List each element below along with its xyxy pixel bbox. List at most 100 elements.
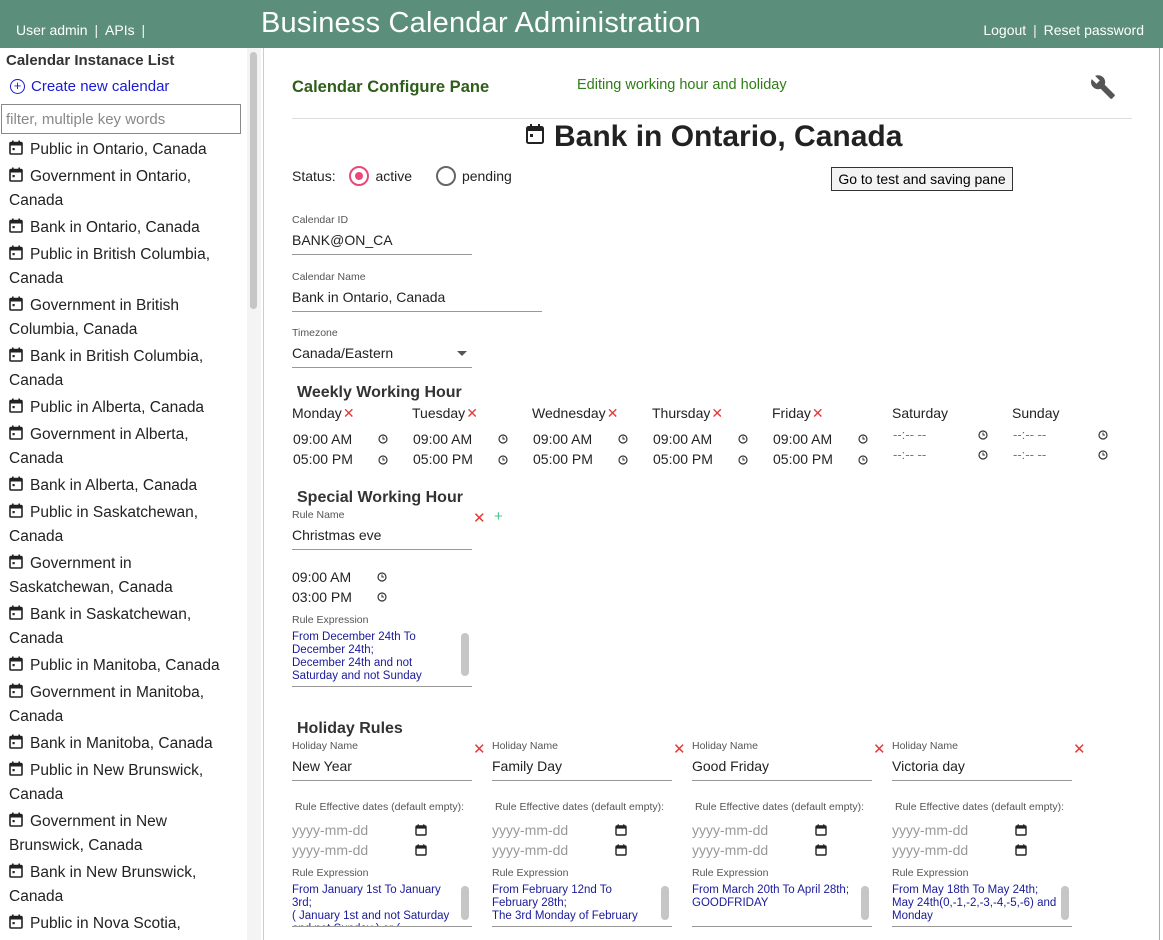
calendar-name-field[interactable]: Calendar Name Bank in Ontario, Canada [292, 271, 542, 312]
rule-name-value[interactable]: Christmas eve [292, 527, 472, 550]
clock-icon[interactable] [1098, 450, 1108, 460]
end-time-input[interactable]: 05:00 PM [533, 451, 593, 467]
add-rule-icon[interactable]: + [494, 508, 503, 525]
end-time-input[interactable]: --:-- -- [893, 447, 926, 462]
special-rule-name-field[interactable]: Rule Name Christmas eve [292, 509, 472, 550]
start-time-input[interactable]: 09:00 AM [653, 431, 712, 447]
rule-expression-text[interactable]: From December 24th To December 24th; Dec… [292, 631, 460, 683]
clock-icon[interactable] [738, 455, 748, 465]
holiday-name-field[interactable]: Holiday Name Family Day [492, 740, 672, 781]
clock-icon[interactable] [378, 434, 388, 444]
clock-icon[interactable] [978, 450, 988, 460]
user-admin-link[interactable]: User admin [16, 22, 88, 38]
calendar-list-item[interactable]: Public in British Columbia, Canada [9, 243, 239, 291]
rule-expression-text[interactable]: From May 18th To May 24th; May 24th(0,-1… [892, 884, 1060, 923]
remove-holiday-icon[interactable]: ✕ [873, 740, 886, 758]
date-picker-icon[interactable] [815, 824, 827, 836]
rule-expression-text[interactable]: From March 20th To April 28th; GOODFRIDA… [692, 884, 860, 910]
clock-icon[interactable] [498, 455, 508, 465]
calendar-list-item[interactable]: Government in Manitoba, Canada [9, 681, 239, 729]
rule-expression-text[interactable]: From January 1st To January 3rd; ( Janua… [292, 884, 460, 926]
expression-scrollbar[interactable] [461, 886, 469, 920]
calendar-list-item[interactable]: Government in New Brunswick, Canada [9, 810, 239, 858]
end-time-input[interactable]: 05:00 PM [653, 451, 713, 467]
calendar-list-item[interactable]: Public in Saskatchewan, Canada [9, 501, 239, 549]
clock-icon[interactable] [377, 572, 387, 582]
remove-day-icon[interactable]: ✕ [343, 405, 355, 421]
holiday-rule-expression[interactable]: From January 1st To January 3rd; ( Janua… [292, 884, 472, 927]
calendar-list-item[interactable]: Government in British Columbia, Canada [9, 294, 239, 342]
reset-password-link[interactable]: Reset password [1044, 22, 1144, 38]
end-time-input[interactable]: 05:00 PM [413, 451, 473, 467]
clock-icon[interactable] [858, 434, 868, 444]
remove-holiday-icon[interactable]: ✕ [1073, 740, 1086, 758]
calendar-name-value[interactable]: Bank in Ontario, Canada [292, 289, 542, 312]
clock-icon[interactable] [1098, 430, 1108, 440]
go-to-test-button[interactable]: Go to test and saving pane [831, 167, 1013, 191]
effective-end-date-input[interactable]: yyyy-mm-dd [692, 842, 768, 858]
end-time-input[interactable]: 05:00 PM [293, 451, 353, 467]
calendar-list-item[interactable]: Bank in New Brunswick, Canada [9, 861, 239, 909]
calendar-list-item[interactable]: Public in Alberta, Canada [9, 396, 239, 420]
sidebar-scroll-thumb[interactable] [250, 52, 257, 309]
clock-icon[interactable] [738, 434, 748, 444]
holiday-name-value[interactable]: Victoria day [892, 758, 1072, 781]
remove-holiday-icon[interactable]: ✕ [473, 740, 486, 758]
calendar-list-item[interactable]: Bank in Ontario, Canada [9, 216, 239, 240]
holiday-rule-expression[interactable]: From February 12nd To February 28th; The… [492, 884, 672, 927]
logout-link[interactable]: Logout [983, 22, 1026, 38]
holiday-rule-expression[interactable]: From May 18th To May 24th; May 24th(0,-1… [892, 884, 1072, 927]
date-picker-icon[interactable] [615, 844, 627, 856]
calendar-list-item[interactable]: Public in Nova Scotia, Canada [9, 912, 239, 940]
clock-icon[interactable] [858, 455, 868, 465]
clock-icon[interactable] [618, 434, 628, 444]
status-active-label[interactable]: active [375, 168, 412, 184]
expression-scrollbar[interactable] [861, 886, 869, 920]
effective-start-date-input[interactable]: yyyy-mm-dd [492, 822, 568, 838]
remove-day-icon[interactable]: ✕ [607, 405, 619, 421]
calendar-list-item[interactable]: Government in Alberta, Canada [9, 423, 239, 471]
rule-expression-text[interactable]: From February 12nd To February 28th; The… [492, 884, 660, 923]
special-rule-expression[interactable]: From December 24th To December 24th; Dec… [292, 631, 472, 687]
start-time-input[interactable]: 09:00 AM [533, 431, 592, 447]
wrench-icon[interactable] [1090, 74, 1116, 100]
holiday-name-field[interactable]: Holiday Name Good Friday [692, 740, 872, 781]
effective-end-date-input[interactable]: yyyy-mm-dd [492, 842, 568, 858]
remove-rule-icon[interactable]: ✕ [473, 509, 486, 527]
clock-icon[interactable] [618, 455, 628, 465]
date-picker-icon[interactable] [815, 844, 827, 856]
calendar-list-item[interactable]: Bank in Manitoba, Canada [9, 732, 239, 756]
effective-start-date-input[interactable]: yyyy-mm-dd [692, 822, 768, 838]
holiday-name-value[interactable]: Good Friday [692, 758, 872, 781]
date-picker-icon[interactable] [1015, 824, 1027, 836]
start-time-input[interactable]: 09:00 AM [293, 431, 352, 447]
apis-link[interactable]: APIs [105, 22, 135, 38]
remove-day-icon[interactable]: ✕ [466, 405, 478, 421]
calendar-list-item[interactable]: Bank in British Columbia, Canada [9, 345, 239, 393]
timezone-select[interactable]: Timezone Canada/Eastern [292, 327, 472, 368]
special-start-time[interactable]: 09:00 AM [292, 569, 351, 585]
calendar-list-item[interactable]: Government in Saskatchewan, Canada [9, 552, 239, 600]
effective-end-date-input[interactable]: yyyy-mm-dd [292, 842, 368, 858]
calendar-list-item[interactable]: Public in Ontario, Canada [9, 138, 239, 162]
expression-scrollbar[interactable] [461, 633, 469, 676]
effective-end-date-input[interactable]: yyyy-mm-dd [892, 842, 968, 858]
status-active-radio[interactable] [349, 166, 370, 186]
start-time-input[interactable]: 09:00 AM [413, 431, 472, 447]
remove-day-icon[interactable]: ✕ [711, 405, 723, 421]
start-time-input[interactable]: 09:00 AM [773, 431, 832, 447]
special-end-time[interactable]: 03:00 PM [292, 589, 352, 605]
clock-icon[interactable] [498, 434, 508, 444]
expression-scrollbar[interactable] [1061, 886, 1069, 920]
calendar-list-item[interactable]: Public in Manitoba, Canada [9, 654, 239, 678]
end-time-input[interactable]: --:-- -- [1013, 447, 1046, 462]
expression-scrollbar[interactable] [661, 886, 669, 920]
calendar-list-item[interactable]: Bank in Alberta, Canada [9, 474, 239, 498]
date-picker-icon[interactable] [415, 824, 427, 836]
holiday-rule-expression[interactable]: From March 20th To April 28th; GOODFRIDA… [692, 884, 872, 927]
end-time-input[interactable]: 05:00 PM [773, 451, 833, 467]
start-time-input[interactable]: --:-- -- [1013, 427, 1046, 442]
clock-icon[interactable] [377, 592, 387, 602]
calendar-id-value[interactable]: BANK@ON_CA [292, 232, 472, 255]
effective-start-date-input[interactable]: yyyy-mm-dd [292, 822, 368, 838]
